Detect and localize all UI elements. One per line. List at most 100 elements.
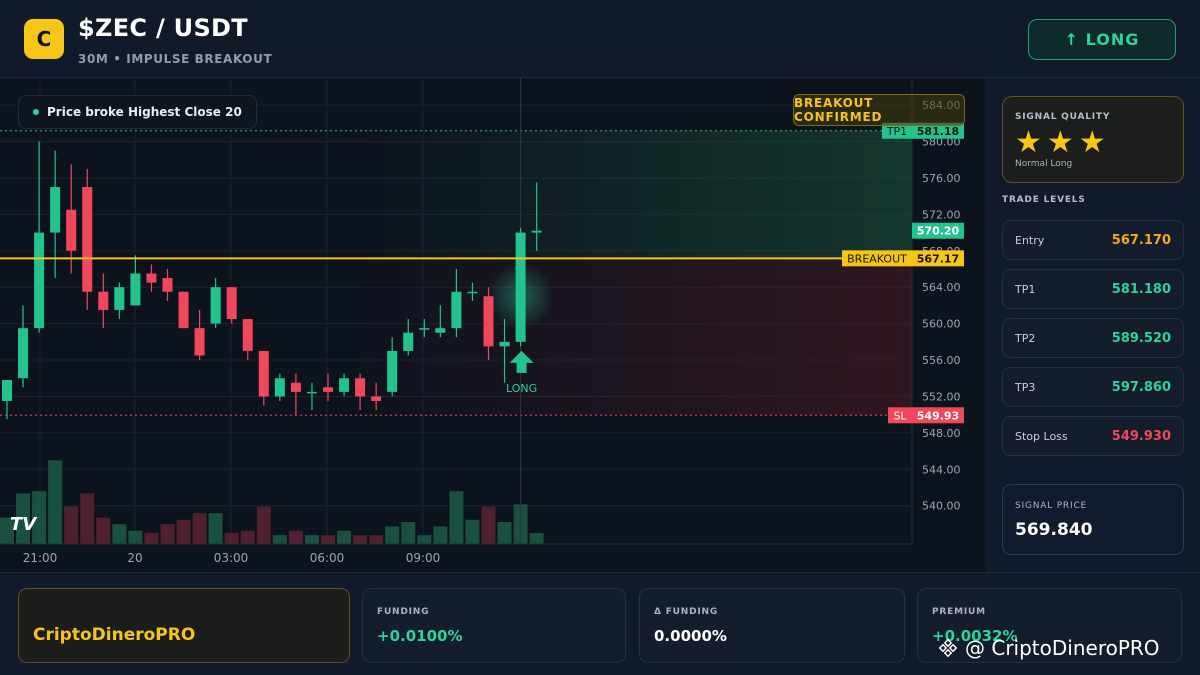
candle-body <box>98 291 109 310</box>
candle-body <box>339 378 350 392</box>
candle-body <box>531 230 542 233</box>
candle-body <box>194 328 205 356</box>
level-label: Entry <box>1015 234 1045 247</box>
candle-body <box>242 319 253 351</box>
volume-bar <box>385 526 400 544</box>
volume-bar <box>224 533 239 544</box>
volume-bar <box>304 535 319 544</box>
volume-bar <box>481 506 496 544</box>
volume-bar <box>288 530 303 544</box>
volume-bar <box>433 526 448 544</box>
star-rating-icon: ★★★ <box>1015 125 1111 160</box>
candle-body <box>82 187 93 292</box>
signal-panel: SIGNAL QUALITY ★★★ Normal Long TRADE LEV… <box>986 78 1200 572</box>
watermark: @ CriptoDineroPRO <box>937 636 1160 660</box>
signal-price-title: SIGNAL PRICE <box>1015 501 1088 511</box>
signal-quality-label: Normal Long <box>1015 159 1073 169</box>
volume-bar <box>208 513 223 544</box>
candle-body <box>66 209 77 251</box>
long-marker-label: LONG <box>506 382 537 395</box>
level-value: 567.170 <box>1111 233 1171 248</box>
price-tag-value: 581.18 <box>917 125 959 138</box>
candle-body <box>258 350 269 397</box>
risk-zone <box>360 258 912 416</box>
volume-bar <box>337 530 352 544</box>
level-tp2: TP2 589.520 <box>1002 318 1184 358</box>
volume-bar <box>465 519 480 544</box>
candle-body <box>178 291 189 329</box>
volume-bar <box>64 506 79 544</box>
candle-body <box>419 328 430 330</box>
level-label: TP2 <box>1015 332 1036 345</box>
volume-bar <box>112 524 127 544</box>
volume-bar <box>176 519 191 544</box>
level-label: Stop Loss <box>1015 430 1068 443</box>
chart-area[interactable]: LONG584.00580.00576.00572.00568.00564.00… <box>0 78 985 572</box>
volume-bar <box>529 533 544 544</box>
signal-info-text: Price broke Highest Close 20 <box>47 105 242 119</box>
candle-body <box>355 378 366 397</box>
long-button[interactable]: ↑ LONG <box>1028 19 1176 60</box>
delta-funding-card: Δ FUNDING 0.0000% <box>639 588 905 663</box>
price-tag-value: 567.17 <box>917 252 959 265</box>
candle-body <box>467 291 478 294</box>
footer: CriptoDineroPRO FUNDING +0.0100% Δ FUNDI… <box>0 572 1200 675</box>
level-value: 597.860 <box>1111 380 1171 395</box>
header: C $ZEC / USDT 30M • IMPULSE BREAKOUT ↑ L… <box>0 0 1200 78</box>
volume-bar <box>240 530 255 544</box>
price-axis-label: 552.00 <box>922 390 961 403</box>
candle-body <box>18 328 29 379</box>
candle-body <box>451 291 462 329</box>
volume-bar <box>128 530 143 544</box>
volume-bar <box>272 535 287 544</box>
time-axis-label: 09:00 <box>406 551 441 565</box>
price-tag-value: 570.20 <box>917 225 960 238</box>
coin-logo-icon: C <box>24 19 64 59</box>
price-axis-label: 544.00 <box>922 463 961 476</box>
brand-card: CriptoDineroPRO <box>18 588 350 663</box>
funding-card: FUNDING +0.0100% <box>362 588 626 663</box>
watermark-text: @ CriptoDineroPRO <box>965 636 1160 660</box>
profit-zone <box>360 130 912 259</box>
delta-funding-value: 0.0000% <box>654 627 727 645</box>
price-chart[interactable]: LONG584.00580.00576.00572.00568.00564.00… <box>0 78 985 572</box>
price-axis-label: 548.00 <box>922 427 961 440</box>
level-label: TP3 <box>1015 381 1036 394</box>
volume-bar <box>160 524 175 544</box>
time-axis-label: 06:00 <box>310 551 345 565</box>
candle-body <box>371 396 382 401</box>
funding-value: +0.0100% <box>377 627 463 645</box>
breakout-badge: BREAKOUT CONFIRMED <box>793 94 965 126</box>
volume-bar <box>256 506 271 544</box>
candle-body <box>499 341 510 347</box>
price-axis-label: 572.00 <box>922 208 961 221</box>
pair-subtitle: 30M • IMPULSE BREAKOUT <box>78 52 273 66</box>
binance-icon <box>938 638 958 658</box>
candle-body <box>226 287 237 320</box>
candle-body <box>483 296 494 347</box>
candle-body <box>50 187 61 233</box>
funding-title: FUNDING <box>377 607 430 617</box>
trade-levels-title: TRADE LEVELS <box>1002 195 1086 205</box>
price-axis-label: 576.00 <box>922 172 961 185</box>
candle-body <box>162 278 173 292</box>
volume-bar <box>497 522 512 544</box>
price-axis-label: 560.00 <box>922 318 961 331</box>
time-axis-label: 20 <box>127 551 142 565</box>
status-dot-icon <box>33 109 39 115</box>
signal-price-value: 569.840 <box>1015 520 1093 540</box>
level-tp1: TP1 581.180 <box>1002 269 1184 309</box>
candle-body <box>34 232 45 329</box>
candle-body <box>323 387 333 392</box>
level-stop-loss: Stop Loss 549.930 <box>1002 416 1184 456</box>
signal-quality-title: SIGNAL QUALITY <box>1015 112 1111 122</box>
price-tag-label: SL <box>893 409 907 422</box>
level-label: TP1 <box>1015 283 1036 296</box>
volume-bar <box>80 493 95 544</box>
tradingview-logo-icon[interactable]: TV <box>10 514 36 535</box>
level-entry: Entry 567.170 <box>1002 220 1184 260</box>
candle-body <box>274 378 285 397</box>
time-axis-label: 03:00 <box>214 551 249 565</box>
volume-bar <box>321 535 335 544</box>
price-tag-label: TP1 <box>886 125 907 138</box>
